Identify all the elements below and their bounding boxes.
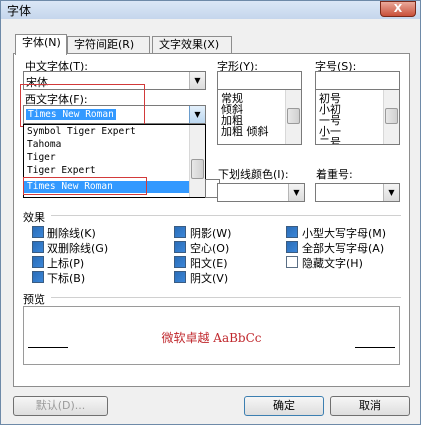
western-font-dropdown[interactable]: Symbol Tiger Expert Tahoma Tiger Tiger E… (23, 124, 206, 198)
checkbox-double-strikethrough[interactable] (32, 241, 44, 253)
chinese-font-value: 宋体 (26, 76, 48, 89)
chevron-down-icon[interactable]: ▼ (383, 184, 399, 201)
tab-font[interactable]: 字体(N) (15, 34, 67, 55)
preview-area: 微软卓越 AaBbCc (23, 306, 400, 365)
checkbox-label: 小型大写字母(M) (302, 227, 387, 240)
font-dialog: 字体 X 字体(N) 字符间距(R) 文字效果(X) 中文字体(T): 宋体 ▼… (0, 0, 421, 425)
effects-label: 效果 (23, 211, 45, 224)
size-option[interactable]: 二号 (319, 137, 341, 144)
size-scrollbar[interactable] (383, 90, 399, 144)
checkbox-subscript[interactable] (32, 271, 44, 283)
close-button[interactable]: X (380, 1, 416, 17)
chevron-down-icon[interactable]: ▼ (189, 106, 205, 123)
checkbox-label: 双删除线(G) (47, 242, 109, 255)
checkbox-emboss[interactable] (174, 256, 186, 268)
preview-baseline-right (355, 347, 395, 348)
font-option-selected[interactable]: Times New Roman (24, 181, 189, 193)
scroll-thumb[interactable] (191, 159, 204, 179)
font-option[interactable]: Symbol Tiger Expert (24, 126, 189, 138)
emphasis-combo[interactable]: ▼ (315, 183, 400, 202)
title-bar: 字体 X (1, 1, 420, 19)
checkbox-superscript[interactable] (32, 256, 44, 268)
checkbox-hidden[interactable] (286, 256, 298, 268)
preview-label: 预览 (23, 293, 45, 306)
chevron-down-icon[interactable]: ▼ (288, 184, 304, 201)
underline-color-combo[interactable]: ▼ (217, 183, 305, 202)
checkbox-outline[interactable] (174, 241, 186, 253)
font-option[interactable]: Tahoma (24, 139, 189, 151)
close-icon: X (393, 2, 403, 15)
font-option[interactable]: Tiger Expert (24, 165, 189, 177)
dropdown-scrollbar[interactable] (189, 125, 205, 197)
western-font-combo[interactable]: Times New Roman ▼ (23, 105, 206, 124)
checkbox-label: 隐藏文字(H) (302, 257, 363, 270)
chevron-down-icon[interactable]: ▼ (189, 72, 205, 89)
default-button[interactable]: 默认(D)... (13, 396, 108, 416)
scroll-thumb[interactable] (385, 108, 398, 124)
checkbox-label: 空心(O) (190, 242, 230, 255)
checkbox-label: 全部大写字母(A) (302, 242, 385, 255)
tab-char-spacing[interactable]: 字符间距(R) (67, 36, 150, 54)
divider (51, 297, 401, 298)
checkbox-label: 阴影(W) (190, 227, 232, 240)
size-list[interactable]: 初号 小初 一号 小一 二号 (315, 89, 400, 145)
checkbox-shadow[interactable] (174, 226, 186, 238)
checkbox-label: 阳文(E) (190, 257, 228, 270)
cancel-button[interactable]: 取消 (330, 396, 410, 416)
emphasis-label: 着重号: (316, 168, 353, 181)
checkbox-engrave[interactable] (174, 271, 186, 283)
checkbox-label: 删除线(K) (47, 227, 96, 240)
tab-text-effects[interactable]: 文字效果(X) (152, 36, 232, 54)
ok-button[interactable]: 确定 (244, 396, 324, 416)
style-option[interactable]: 加粗 倾斜 (221, 126, 269, 137)
chinese-font-combo[interactable]: 宋体 ▼ (23, 71, 206, 90)
font-option[interactable]: Tiger (24, 152, 189, 164)
checkbox-small-caps[interactable] (286, 226, 298, 238)
western-font-value: Times New Roman (26, 109, 116, 120)
window-title: 字体 (7, 4, 32, 18)
checkbox-label: 上标(P) (47, 257, 85, 270)
underline-color-label: 下划线颜色(I): (218, 168, 289, 181)
preview-sample-text: 微软卓越 AaBbCc (161, 331, 262, 345)
style-list[interactable]: 常规 倾斜 加粗 加粗 倾斜 (217, 89, 302, 145)
checkbox-label: 阴文(V) (190, 272, 229, 285)
scroll-thumb[interactable] (287, 108, 300, 124)
divider (51, 215, 401, 216)
style-input[interactable] (217, 71, 302, 90)
preview-baseline-left (28, 347, 68, 348)
checkbox-label: 下标(B) (47, 272, 86, 285)
checkbox-all-caps[interactable] (286, 241, 298, 253)
style-scrollbar[interactable] (285, 90, 301, 144)
checkbox-strikethrough[interactable] (32, 226, 44, 238)
size-input[interactable] (315, 71, 400, 90)
